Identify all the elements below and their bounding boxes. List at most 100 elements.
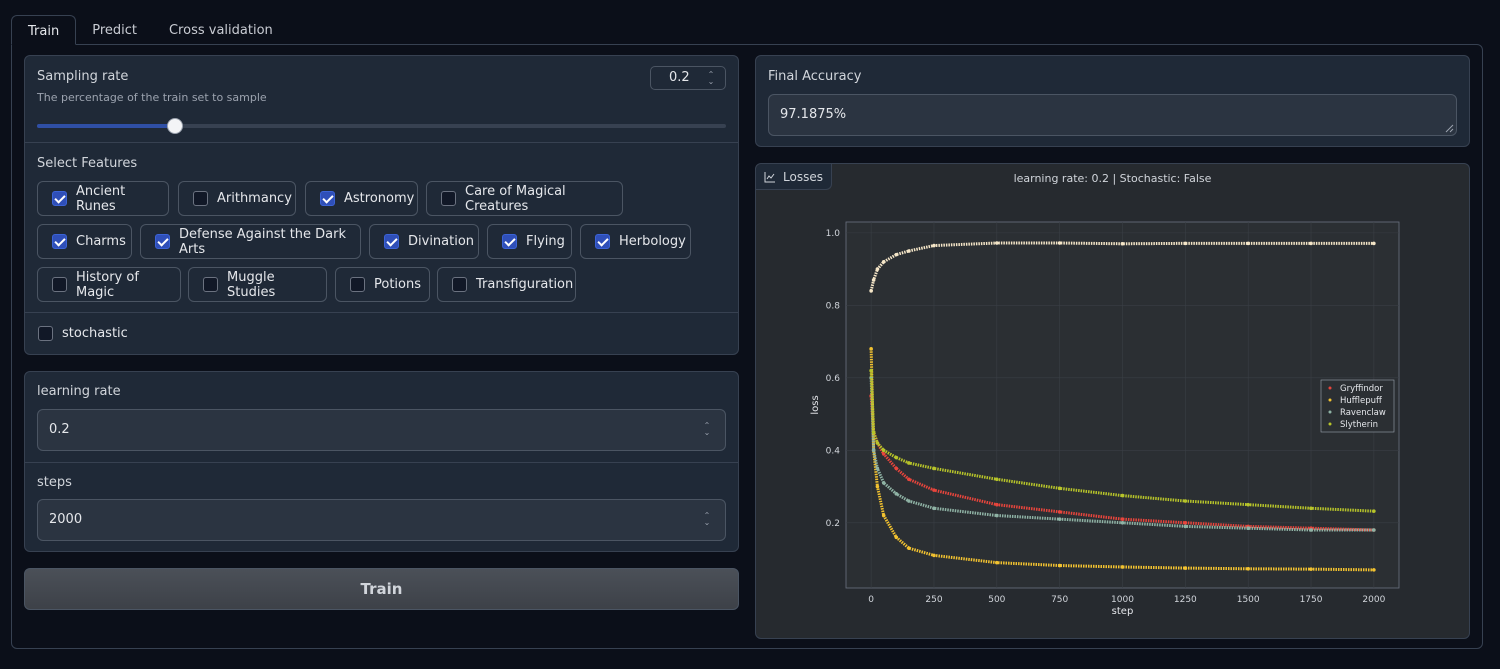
accuracy-point (1246, 241, 1250, 246)
legend-label: Hufflepuff (1340, 396, 1383, 406)
stochastic-checkbox[interactable]: stochastic (38, 326, 128, 341)
stepper-icon[interactable]: ⌃ ⌄ (707, 71, 715, 86)
settings-block: Sampling rate The percentage of the trai… (24, 55, 739, 355)
steps-input[interactable]: 2000 ⌃ ⌄ (37, 499, 726, 541)
slytherin-point (1183, 499, 1188, 503)
checkbox-icon[interactable] (502, 234, 517, 249)
checkbox-icon[interactable] (52, 191, 67, 206)
feature-checkbox[interactable]: Care of Magical Creatures (426, 181, 623, 216)
gryffindor-point (894, 466, 899, 471)
x-axis-label: step (1112, 606, 1134, 617)
ravenclaw-point (1309, 528, 1313, 532)
feature-checkbox[interactable]: Transfiguration (437, 267, 576, 302)
tab-cross-validation[interactable]: Cross validation (153, 15, 289, 45)
tab-predict[interactable]: Predict (76, 15, 153, 45)
checkbox-icon[interactable] (203, 277, 218, 292)
checkbox-icon[interactable] (441, 191, 456, 206)
x-tick-label: 1250 (1174, 595, 1197, 605)
slytherin-point (881, 448, 886, 453)
sampling-rate-slider[interactable] (37, 118, 726, 134)
checkbox-icon[interactable] (452, 277, 467, 292)
accuracy-point (875, 267, 880, 271)
checkbox-icon[interactable] (38, 326, 53, 341)
train-button[interactable]: Train (24, 568, 739, 610)
slytherin-point (1057, 486, 1062, 491)
hufflepuff-point (1246, 566, 1250, 571)
checkbox-icon[interactable] (320, 191, 335, 206)
y-tick-label: 0.4 (826, 446, 841, 456)
x-tick-label: 250 (925, 595, 942, 605)
hufflepuff-point (907, 546, 911, 550)
feature-checkbox[interactable]: Ancient Runes (37, 181, 169, 216)
ravenclaw-point (1246, 526, 1250, 531)
ravenclaw-point (932, 506, 936, 511)
feature-checkbox[interactable]: Flying (487, 224, 572, 259)
feature-label: Care of Magical Creatures (465, 183, 566, 214)
feature-label: Astronomy (344, 191, 415, 206)
learning-rate-input[interactable]: 0.2 ⌃ ⌄ (37, 409, 726, 451)
slytherin-point (871, 430, 876, 434)
y-axis-label: loss (810, 395, 821, 414)
feature-checkbox[interactable]: Potions (335, 267, 430, 302)
checkbox-icon[interactable] (52, 234, 67, 249)
feature-checkbox[interactable]: Divination (369, 224, 479, 259)
accuracy-point (907, 249, 911, 253)
checkbox-icon[interactable] (193, 191, 208, 206)
feature-label: Defense Against the Dark Arts (179, 226, 347, 257)
stepper-icon[interactable]: ⌃ ⌄ (703, 422, 711, 437)
x-tick-label: 1000 (1111, 595, 1134, 605)
checkbox-icon[interactable] (155, 234, 170, 249)
tab-bar: Train Predict Cross validation (11, 15, 289, 45)
hyperparameters-block: learning rate 0.2 ⌃ ⌄ steps 2000 ⌃ ⌄ (24, 371, 739, 552)
checkbox-icon[interactable] (52, 277, 67, 292)
sampling-rate-number[interactable]: 0.2 ⌃ ⌄ (650, 66, 726, 90)
checkbox-icon[interactable] (595, 234, 610, 249)
hufflepuff-point (894, 535, 899, 540)
legend-marker (1328, 398, 1332, 402)
feature-checkbox[interactable]: Muggle Studies (188, 267, 327, 302)
feature-checkbox[interactable]: Defense Against the Dark Arts (140, 224, 361, 259)
steps-value: 2000 (49, 512, 83, 527)
sampling-rate-value: 0.2 (669, 70, 690, 85)
slytherin-point (995, 477, 999, 482)
feature-label: Potions (374, 277, 422, 292)
feature-checkbox[interactable]: Arithmancy (178, 181, 296, 216)
resize-handle-icon[interactable] (1444, 123, 1454, 133)
feature-label: Arithmancy (217, 191, 292, 206)
y-tick-label: 1.0 (826, 229, 841, 239)
sampling-rate-label: Sampling rate (37, 69, 129, 84)
feature-label: Flying (526, 234, 565, 249)
losses-chart: 0 250 500 750 1000 1250 1500 1750 2000 0.2 0.4 0.6 0… (810, 221, 1400, 617)
feature-label: Divination (408, 234, 475, 249)
legend-label: Slytherin (1340, 420, 1378, 430)
tab-train[interactable]: Train (11, 15, 77, 45)
feature-checkbox[interactable]: Herbology (580, 224, 691, 259)
y-tick-label: 0.2 (826, 519, 840, 529)
feature-label: Muggle Studies (227, 269, 276, 300)
ravenclaw-point (881, 481, 886, 485)
gryffindor-point (932, 488, 936, 492)
feature-checkbox[interactable]: Charms (37, 224, 132, 259)
stepper-icon[interactable]: ⌃ ⌄ (703, 512, 711, 527)
final-accuracy-output[interactable]: 97.1875% (768, 94, 1457, 136)
hufflepuff-point (1309, 567, 1313, 571)
slider-thumb[interactable] (166, 118, 183, 134)
slytherin-point (869, 368, 873, 373)
slytherin-point (1120, 493, 1125, 498)
hufflepuff-point (875, 484, 880, 489)
slider-fill (37, 124, 175, 128)
divider (25, 462, 738, 463)
slytherin-point (894, 455, 899, 460)
learning-rate-label: learning rate (37, 384, 121, 399)
final-accuracy-label: Final Accuracy (768, 69, 862, 84)
x-tick-label: 0 (868, 595, 874, 605)
accuracy-point (1309, 241, 1313, 246)
checkbox-icon[interactable] (350, 277, 365, 292)
feature-checkbox[interactable]: Astronomy (305, 181, 418, 216)
accuracy-point (881, 260, 886, 264)
checkbox-icon[interactable] (384, 234, 399, 249)
accuracy-point (995, 241, 999, 245)
ravenclaw-point (907, 499, 911, 503)
feature-checkbox[interactable]: History of Magic (37, 267, 181, 302)
gryffindor-point (995, 502, 999, 507)
